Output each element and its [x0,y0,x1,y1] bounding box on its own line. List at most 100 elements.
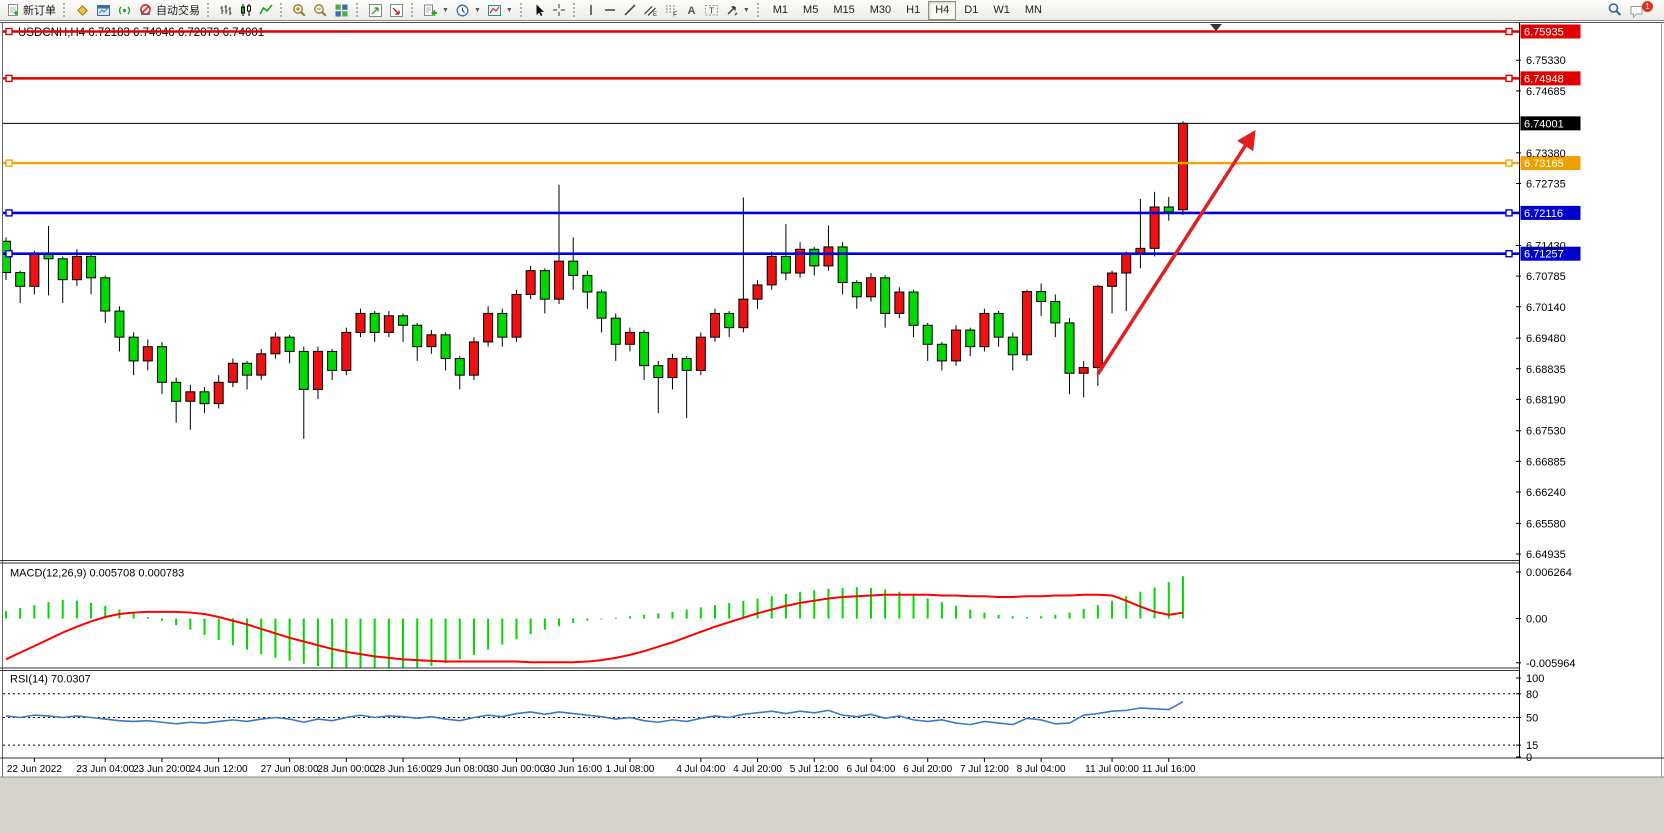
search-button[interactable] [1604,1,1626,20]
candle-body-down [682,359,691,371]
market-watch-button[interactable] [72,1,93,20]
bar-chart-button[interactable] [216,1,236,20]
notification-badge: 1 [1642,1,1653,12]
auto-trading-button[interactable]: 自动交易 [135,1,203,20]
cursor-button[interactable] [529,1,549,20]
macd-histogram-bar [757,598,759,618]
new-order-button[interactable]: 新订单 [3,1,59,20]
market-watch-icon [75,3,90,18]
line-handle[interactable] [6,75,12,81]
line-handle[interactable] [1506,75,1512,81]
macd-histogram-bar [374,619,376,671]
timeframe-button-M30[interactable]: M30 [863,1,898,20]
equidistant-channel-icon: E [643,3,658,17]
candle-body-down [455,359,464,376]
rsi-label: RSI(14) 70.0307 [10,674,91,686]
candle-body-down [243,363,252,375]
timeframe-button-H4[interactable]: H4 [928,1,956,20]
toolbar-grip [520,3,525,17]
price-tick-label: 6.71430 [1526,240,1566,252]
candlestick-chart-icon [239,3,253,17]
candle-body-up [980,313,989,346]
candle-body-down [200,392,209,404]
macd-histogram-bar [686,610,688,619]
line-chart-button[interactable] [256,1,276,20]
chart-surface[interactable]: USDCNH,H4 6.72183 6.74046 6.72073 6.7400… [0,0,1664,833]
timeframe-button-W1[interactable]: W1 [986,1,1017,20]
equidistant-channel-button[interactable]: E [640,1,661,20]
candle [228,359,237,388]
template-button[interactable]: ▼ [484,1,516,20]
vertical-line-button[interactable] [582,1,600,20]
macd-histogram-bar [969,610,971,619]
candle-body-up [555,261,564,299]
price-tick-label: 6.68835 [1526,364,1566,376]
time-tick-label: 23 Jun 20:00 [133,764,191,775]
candle-body-up [895,292,904,313]
macd-histogram-bar [1012,616,1014,618]
macd-histogram-bar [430,619,432,667]
signal-button[interactable] [114,1,135,20]
price-tick-label: 6.67530 [1526,426,1566,438]
candle-body-up [1079,368,1088,374]
candle-body-down [611,318,620,344]
arrange-up-button[interactable] [365,1,386,20]
timeframe-button-H1[interactable]: H1 [899,1,927,20]
text-label-icon: T [704,3,719,17]
timeframe-button-M15[interactable]: M15 [826,1,861,20]
tile-windows-button[interactable] [331,1,352,20]
macd-histogram-bar [643,615,645,619]
trendline-button[interactable] [620,1,640,20]
macd-histogram-bar [983,613,985,619]
arrows-tool-button[interactable]: ▼ [722,1,753,20]
text-button[interactable]: A [682,1,701,20]
line-handle[interactable] [6,251,12,257]
macd-histogram-bar [657,613,659,618]
timeframe-button-MN[interactable]: MN [1018,1,1049,20]
clock-icon [455,3,470,18]
candle-body-up [313,351,322,389]
svg-text:T: T [709,7,714,16]
price-tick-label: 6.66240 [1526,487,1566,499]
line-handle[interactable] [6,210,12,216]
zoom-out-button[interactable] [310,1,331,20]
line-handle[interactable] [6,29,12,35]
text-label-button[interactable]: T [701,1,722,20]
line-handle[interactable] [6,160,12,166]
candle-body-up [30,255,39,287]
period-button[interactable]: ▼ [452,1,484,20]
line-handle[interactable] [1506,29,1512,35]
arrange-down-button[interactable] [386,1,407,20]
rsi-tick-label: 80 [1526,689,1538,701]
candle-body-down [781,256,790,273]
macd-tick-label: 0.00 [1526,614,1547,626]
macd-histogram-bar [473,619,475,655]
price-tick-label: 6.70785 [1526,271,1566,283]
timeframe-button-D1[interactable]: D1 [957,1,985,20]
line-handle[interactable] [1506,160,1512,166]
macd-histogram-bar [402,619,404,670]
candle-body-up [469,342,478,375]
candle-body-up [143,347,152,361]
zoom-in-button[interactable] [289,1,310,20]
price-tick-label: 6.66885 [1526,456,1566,468]
candle [866,273,875,302]
notifications-button[interactable]: 1 [1626,1,1661,20]
macd-histogram-bar [1097,605,1099,618]
crosshair-button[interactable] [549,1,569,20]
line-handle[interactable] [1506,210,1512,216]
candle-body-down [285,337,294,351]
line-handle[interactable] [1506,251,1512,257]
timeframe-button-M1[interactable]: M1 [766,1,795,20]
time-tick-label: 11 Jul 16:00 [1142,764,1196,775]
candlestick-chart-button[interactable] [236,1,256,20]
candle [257,349,266,380]
horizontal-line-button[interactable] [600,1,620,20]
candle-body-down [115,311,124,337]
add-indicator-button[interactable]: ▼ [420,1,452,20]
candle-body-down [299,351,308,389]
timeframe-button-M5[interactable]: M5 [796,1,825,20]
candle-body-up [356,313,365,332]
fibonacci-button[interactable]: F [661,1,682,20]
data-window-button[interactable] [93,1,114,20]
